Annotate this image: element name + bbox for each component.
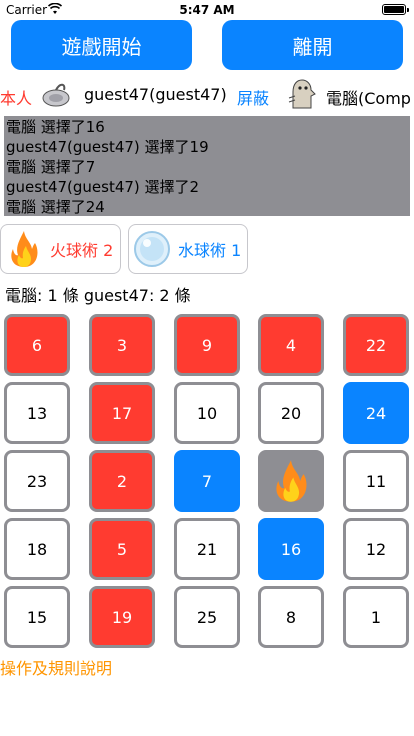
log-line: 電腦 選擇了7 — [6, 158, 96, 176]
board-cell[interactable]: 2 — [89, 450, 155, 512]
board-cell[interactable]: 12 — [343, 518, 409, 580]
fireball-icon — [11, 231, 38, 267]
board-cell[interactable]: 24 — [343, 382, 409, 444]
self-label: 本人 — [0, 89, 33, 108]
start-game-button[interactable]: 遊戲開始 — [11, 20, 192, 70]
move-log: 電腦 選擇了16 guest47(guest47) 選擇了19 電腦 選擇了7 … — [4, 116, 410, 216]
cell-number: 18 — [26, 539, 48, 559]
cell-number: 13 — [26, 403, 48, 423]
waterball-label: 水球術 1 — [178, 241, 242, 260]
cell-number: 8 — [285, 607, 297, 627]
board-cell[interactable]: 22 — [343, 314, 409, 376]
cell-number: 24 — [365, 403, 387, 423]
board-cell[interactable]: 13 — [4, 382, 70, 444]
board-cell-fireball[interactable] — [258, 450, 324, 512]
waterball-skill-button[interactable]: 水球術 1 — [128, 224, 248, 274]
cell-number: 7 — [201, 471, 213, 491]
cell-number: 9 — [201, 335, 213, 355]
opponent-name: 電腦(Comp — [326, 89, 411, 108]
board-cell[interactable]: 19 — [89, 586, 155, 648]
board-cell[interactable]: 4 — [258, 314, 324, 376]
board-cell[interactable]: 20 — [258, 382, 324, 444]
board-cell[interactable]: 8 — [258, 586, 324, 648]
board-cell[interactable]: 23 — [4, 450, 70, 512]
board-cell[interactable]: 15 — [4, 586, 70, 648]
board-cell[interactable]: 17 — [89, 382, 155, 444]
log-line: guest47(guest47) 選擇了19 — [6, 138, 209, 156]
fireball-skill-button[interactable]: 火球術 2 — [0, 224, 121, 274]
board-cell[interactable]: 25 — [174, 586, 240, 648]
self-name: guest47(guest47) — [84, 85, 227, 104]
cell-number: 6 — [31, 335, 43, 355]
opponent-avatar-icon — [288, 79, 316, 109]
log-line: 電腦 選擇了24 — [6, 198, 105, 216]
cell-number: 10 — [196, 403, 218, 423]
cell-number: 20 — [280, 403, 302, 423]
cell-number: 15 — [26, 607, 48, 627]
board-cell[interactable]: 18 — [4, 518, 70, 580]
waterball-icon — [134, 231, 170, 267]
fireball-label: 火球術 2 — [50, 241, 114, 260]
board-cell[interactable]: 21 — [174, 518, 240, 580]
board-cell[interactable]: 6 — [4, 314, 70, 376]
board-cell[interactable]: 1 — [343, 586, 409, 648]
cell-number: 11 — [365, 471, 387, 491]
battery-icon — [382, 4, 409, 15]
rules-help-link[interactable]: 操作及規則說明 — [0, 655, 112, 679]
board-cell[interactable]: 5 — [89, 518, 155, 580]
cell-number: 22 — [365, 335, 387, 355]
cell-number: 16 — [280, 539, 302, 559]
board-cell[interactable]: 9 — [174, 314, 240, 376]
cell-number: 2 — [116, 471, 128, 491]
block-button[interactable]: 屏蔽 — [237, 85, 269, 109]
cell-number: 1 — [370, 607, 382, 627]
board-cell[interactable]: 11 — [343, 450, 409, 512]
cell-number: 3 — [116, 335, 128, 355]
board-cell[interactable]: 7 — [174, 450, 240, 512]
line-score: 電腦: 1 條 guest47: 2 條 — [5, 286, 191, 305]
cell-number: 12 — [365, 539, 387, 559]
log-line: 電腦 選擇了16 — [6, 118, 105, 136]
board-cell[interactable]: 10 — [174, 382, 240, 444]
fireball-icon — [276, 460, 307, 502]
players-row: 本人 guest47(guest47) 屏蔽 電腦(Comp — [0, 76, 414, 112]
log-line: guest47(guest47) 選擇了2 — [6, 178, 200, 196]
cell-number: 21 — [196, 539, 218, 559]
cell-number: 5 — [116, 539, 128, 559]
board-cell[interactable]: 3 — [89, 314, 155, 376]
leave-button[interactable]: 離開 — [222, 20, 403, 70]
cell-number: 23 — [26, 471, 48, 491]
cell-number: 25 — [196, 607, 218, 627]
board-cell[interactable]: 16 — [258, 518, 324, 580]
status-bar: Carrier 5:47 AM — [0, 0, 414, 20]
cell-number: 17 — [111, 403, 133, 423]
cell-number: 4 — [285, 335, 297, 355]
player-avatar-icon — [42, 83, 70, 107]
cell-number: 19 — [111, 607, 133, 627]
clock: 5:47 AM — [179, 3, 235, 17]
